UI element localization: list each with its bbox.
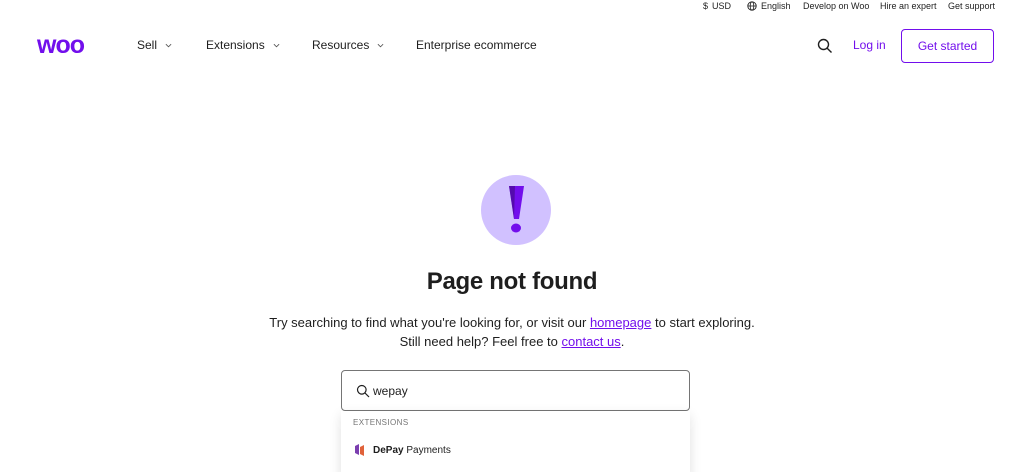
suggestion-item[interactable]: DePay Payments: [353, 443, 451, 457]
depay-logo-icon: [355, 444, 364, 456]
nav-enterprise[interactable]: Enterprise ecommerce: [416, 38, 537, 52]
nav-sell-label: Sell: [137, 38, 158, 52]
message-part-3: .: [620, 334, 625, 349]
message-part-1: Try searching to find what you're lookin…: [269, 315, 590, 330]
search-suggestions: EXTENSIONS DePay Payments: [341, 411, 690, 472]
hire-an-expert-link[interactable]: Hire an expert: [880, 1, 937, 11]
woo-logo[interactable]: woo: [37, 33, 105, 57]
search-icon: [356, 384, 370, 398]
language-selector[interactable]: English: [747, 1, 791, 11]
nav-sell[interactable]: Sell: [137, 38, 172, 52]
get-started-button[interactable]: Get started: [901, 29, 994, 63]
search-icon[interactable]: [817, 38, 833, 54]
develop-on-woo-link[interactable]: Develop on Woo: [803, 1, 869, 11]
chevron-down-icon: [377, 43, 384, 47]
svg-text:woo: woo: [37, 33, 85, 57]
utility-bar: $ USD English Develop on Woo Hire an exp…: [0, 0, 1024, 13]
main-header: woo Sell Extensions Resources Enterprise…: [0, 24, 1024, 68]
alert-illustration: [481, 175, 551, 245]
search-input[interactable]: [373, 381, 673, 401]
nav-extensions-label: Extensions: [206, 38, 265, 52]
currency-label: USD: [712, 1, 732, 11]
exclamation-icon: [509, 186, 524, 233]
dollar-icon: $: [703, 0, 709, 11]
suggestion-label: DePay Payments: [373, 445, 451, 456]
search-field[interactable]: [341, 370, 690, 411]
get-support-link[interactable]: Get support: [948, 1, 995, 11]
nav-extensions[interactable]: Extensions: [206, 38, 280, 52]
nav-resources[interactable]: Resources: [312, 38, 384, 52]
suggestion-match: DePay: [373, 444, 404, 456]
chevron-down-icon: [165, 43, 172, 47]
login-link[interactable]: Log in: [853, 38, 886, 52]
language-label: English: [761, 1, 791, 11]
section-label-extensions: EXTENSIONS: [353, 418, 409, 427]
homepage-link[interactable]: homepage: [590, 315, 651, 330]
page-title: Page not found: [426, 268, 598, 295]
suggestion-rest: Payments: [403, 444, 451, 456]
globe-icon: [747, 1, 757, 11]
chevron-down-icon: [273, 43, 280, 47]
help-message: Try searching to find what you're lookin…: [262, 313, 762, 351]
contact-us-link[interactable]: contact us: [562, 334, 621, 349]
currency-selector[interactable]: $ USD: [703, 1, 731, 11]
nav-enterprise-label: Enterprise ecommerce: [416, 38, 537, 52]
nav-resources-label: Resources: [312, 38, 370, 52]
